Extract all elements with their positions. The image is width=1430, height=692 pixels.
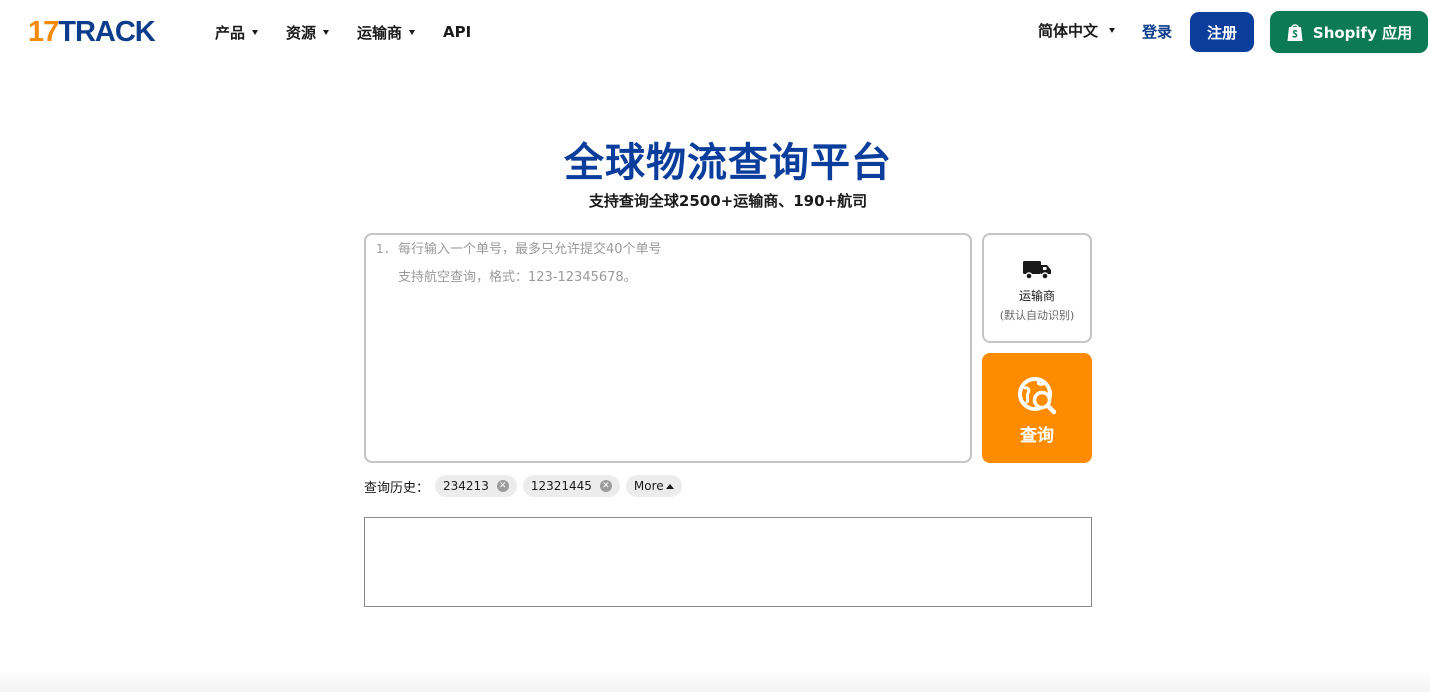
caret-up-icon (665, 483, 674, 489)
global-search-icon (1018, 377, 1057, 415)
placeholder-text-1: 每行输入一个单号，最多只允许提交40个单号 (398, 242, 662, 257)
carrier-select-button[interactable]: 运输商 (默认自动识别) (982, 233, 1092, 343)
register-button[interactable]: 注册 (1190, 12, 1254, 52)
language-label: 简体中文 (1038, 22, 1099, 40)
tracking-number-input[interactable]: 1. 每行输入一个单号，最多只允许提交40个单号 支持航空查询，格式：123-12… (364, 233, 972, 463)
search-history: 查询历史： 234213 ✕ 12321445 ✕ More (364, 475, 688, 497)
caret-down-icon (409, 29, 416, 35)
nav-item-resources[interactable]: 资源 (286, 22, 330, 43)
history-chip-value: 12321445 (530, 479, 592, 493)
remove-icon[interactable]: ✕ (496, 480, 509, 492)
main-nav: 产品 资源 运输商 API (215, 20, 499, 44)
nav-item-label: 资源 (286, 23, 317, 42)
caret-down-icon (252, 29, 259, 35)
remove-icon[interactable]: ✕ (599, 480, 612, 492)
logo-word: TRACK (58, 15, 155, 48)
page-subtitle: 支持查询全球2500+运输商、190+航司 (588, 192, 868, 210)
carrier-label: 运输商 (1018, 289, 1055, 303)
blank-panel (364, 517, 1092, 607)
logo[interactable]: 17 TRACK (28, 15, 156, 48)
nav-item-products[interactable]: 产品 (215, 22, 259, 43)
truck-icon (1023, 261, 1051, 280)
history-chip[interactable]: 234213 ✕ (435, 475, 517, 497)
nav-item-carriers[interactable]: 运输商 (357, 22, 416, 43)
shopify-bag-icon (1287, 24, 1303, 41)
footer-strip (0, 670, 1430, 692)
carrier-auto-detect-note: (默认自动识别) (999, 309, 1075, 322)
caret-down-icon (323, 29, 330, 35)
placeholder-line-1: 1. 每行输入一个单号，最多只允许提交40个单号 (376, 241, 960, 258)
search-button-label: 查询 (1020, 426, 1054, 446)
line-number: 1. (376, 242, 391, 256)
language-selector[interactable]: 简体中文 (1038, 20, 1116, 41)
more-label: More (633, 479, 664, 493)
login-link[interactable]: 登录 (1142, 21, 1172, 42)
search-button[interactable]: 查询 (982, 353, 1092, 463)
history-more-button[interactable]: More (625, 475, 682, 497)
history-chip[interactable]: 12321445 ✕ (522, 475, 620, 497)
page-title: 全球物流查询平台 (564, 140, 892, 186)
caret-down-icon (1109, 28, 1116, 33)
history-label: 查询历史： (364, 480, 430, 496)
history-chip-value: 234213 (443, 479, 489, 493)
shopify-app-button[interactable]: Shopify 应用 (1270, 11, 1428, 53)
nav-item-label: 运输商 (357, 23, 403, 42)
placeholder-text-2: 支持航空查询，格式：123-12345678。 (398, 270, 637, 285)
nav-item-label: API (443, 23, 472, 41)
logo-number: 17 (28, 15, 59, 48)
nav-item-api[interactable]: API (443, 23, 471, 41)
nav-item-label: 产品 (215, 23, 246, 42)
shopify-button-label: Shopify 应用 (1312, 23, 1413, 42)
top-header: 17 TRACK 产品 资源 运输商 API 简体中文 登录 注册 Shopify… (0, 0, 1430, 64)
